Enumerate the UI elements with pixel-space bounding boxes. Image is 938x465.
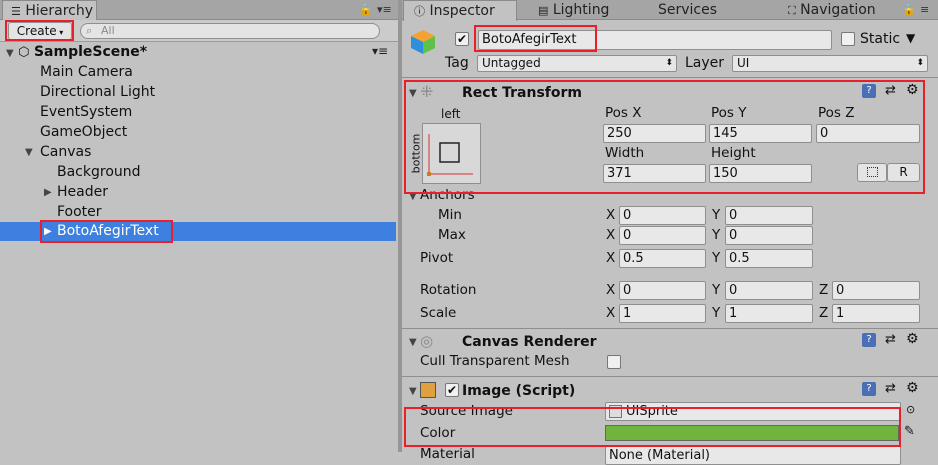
help-icon[interactable]: ?	[862, 333, 876, 347]
max-label: Max	[438, 227, 466, 243]
anchor-min-y-field[interactable]: 0	[725, 206, 813, 225]
static-dropdown-icon[interactable]: ▼	[906, 31, 915, 45]
x-label: X	[606, 250, 616, 266]
hierarchy-list-icon: ☰	[11, 5, 21, 18]
pivot-y-field[interactable]: 0.5	[725, 249, 813, 268]
preset-icon[interactable]: ⇄	[885, 332, 896, 347]
lighting-icon: ▤	[538, 4, 549, 17]
inspector-menu-icon[interactable]: ≡	[920, 3, 929, 16]
y-label: Y	[712, 282, 721, 298]
scene-menu-icon[interactable]: ▾≡	[372, 44, 388, 58]
scene-name: SampleScene*	[33, 44, 148, 60]
y-label: Y	[712, 227, 721, 243]
highlight-color	[404, 407, 901, 447]
eyedropper-icon[interactable]: ✎	[904, 424, 915, 439]
pivot-x-field[interactable]: 0.5	[619, 249, 706, 268]
gear-icon[interactable]: ⚙	[906, 331, 919, 347]
scale-z-field[interactable]: 1	[832, 304, 920, 323]
y-label: Y	[712, 305, 721, 321]
dropdown-arrow-icon: ⬍	[916, 58, 924, 68]
y-label: Y	[712, 250, 721, 266]
x-label: X	[606, 227, 616, 243]
rotation-y-field[interactable]: 0	[725, 281, 813, 300]
menu-icon[interactable]: ▾≡	[377, 3, 392, 16]
list-item[interactable]: Canvas	[40, 142, 91, 162]
image-enabled-checkbox[interactable]: ✔	[445, 383, 459, 397]
scale-x-field[interactable]: 1	[619, 304, 706, 323]
collapse-triangle-icon[interactable]: ▶	[44, 187, 52, 198]
object-picker-icon[interactable]: ⊙	[906, 403, 915, 416]
x-label: X	[606, 207, 616, 223]
tag-label: Tag	[445, 55, 469, 71]
layer-label: Layer	[685, 55, 725, 71]
layer-dropdown[interactable]: UI ⬍	[732, 55, 928, 72]
scene-row[interactable]: ▼ ⬡ SampleScene*	[6, 42, 396, 62]
navigation-icon: ⛶	[788, 4, 796, 17]
pivot-label: Pivot	[420, 250, 454, 266]
inspector-lock-icon[interactable]: 🔒	[902, 3, 916, 16]
x-label: X	[606, 305, 616, 321]
cull-transparent-checkbox[interactable]	[607, 355, 621, 369]
anchor-max-x-field[interactable]: 0	[619, 226, 706, 245]
tag-dropdown[interactable]: Untagged ⬍	[477, 55, 677, 72]
rotation-x-field[interactable]: 0	[619, 281, 706, 300]
static-label: Static	[860, 31, 901, 47]
rotation-label: Rotation	[420, 282, 477, 298]
material-label: Material	[420, 446, 475, 462]
unity-logo-icon: ⬡	[18, 45, 30, 60]
static-checkbox[interactable]	[841, 32, 855, 46]
tab-hierarchy[interactable]: ☰ Hierarchy	[2, 0, 97, 21]
help-icon[interactable]: ?	[862, 382, 876, 396]
list-item[interactable]: Background	[57, 162, 141, 182]
image-component-icon	[420, 382, 436, 398]
tab-navigation[interactable]: ⛶ Navigation	[788, 0, 876, 20]
canvas-renderer-title: Canvas Renderer	[462, 334, 597, 350]
info-icon: ⓘ	[414, 5, 425, 18]
material-field[interactable]: None (Material)	[605, 446, 901, 465]
cull-transparent-label: Cull Transparent Mesh	[420, 353, 570, 369]
gameobject-cube-icon	[410, 28, 437, 55]
lock-icon[interactable]: 🔒	[359, 3, 373, 16]
collapse-canvas-renderer-icon[interactable]: ▼	[409, 337, 417, 348]
list-item[interactable]: GameObject	[40, 122, 127, 142]
active-checkbox[interactable]: ✔	[455, 32, 469, 46]
x-label: X	[606, 282, 616, 298]
tab-lighting[interactable]: ▤ Lighting	[538, 0, 609, 20]
z-label: Z	[819, 305, 829, 321]
list-item[interactable]: EventSystem	[40, 102, 132, 122]
list-item[interactable]: Header	[57, 182, 108, 202]
search-input[interactable]: ⌕ All	[80, 23, 380, 39]
anchor-min-x-field[interactable]: 0	[619, 206, 706, 225]
list-item[interactable]: Main Camera	[40, 62, 133, 82]
search-icon: ⌕	[86, 24, 93, 37]
highlight-object-name	[474, 25, 597, 52]
highlight-create	[5, 20, 74, 41]
image-script-title: Image (Script)	[462, 383, 576, 399]
canvas-renderer-icon: ◎	[420, 332, 434, 350]
collapse-image-icon[interactable]: ▼	[409, 386, 417, 397]
dropdown-arrow-icon: ⬍	[665, 58, 673, 68]
y-label: Y	[712, 207, 721, 223]
hierarchy-panel: ☰ Hierarchy 🔒 ▾≡ Create ▾ ⌕ All ▼ ⬡ Samp…	[0, 0, 398, 452]
highlight-rect-transform	[404, 80, 925, 194]
preset-icon[interactable]: ⇄	[885, 381, 896, 396]
list-item[interactable]: Directional Light	[40, 82, 155, 102]
gear-icon[interactable]: ⚙	[906, 380, 919, 396]
z-label: Z	[819, 282, 829, 298]
expand-triangle-icon[interactable]: ▼	[25, 147, 33, 158]
rotation-z-field[interactable]: 0	[832, 281, 920, 300]
expand-triangle-icon[interactable]: ▼	[6, 48, 14, 59]
scale-label: Scale	[420, 305, 457, 321]
tab-inspector[interactable]: ⓘ Inspector	[403, 0, 517, 21]
anchor-max-y-field[interactable]: 0	[725, 226, 813, 245]
list-item[interactable]: Footer	[57, 202, 102, 222]
min-label: Min	[438, 207, 462, 223]
scale-y-field[interactable]: 1	[725, 304, 813, 323]
tab-services[interactable]: Services	[658, 0, 717, 20]
highlight-selected-item	[40, 220, 173, 243]
